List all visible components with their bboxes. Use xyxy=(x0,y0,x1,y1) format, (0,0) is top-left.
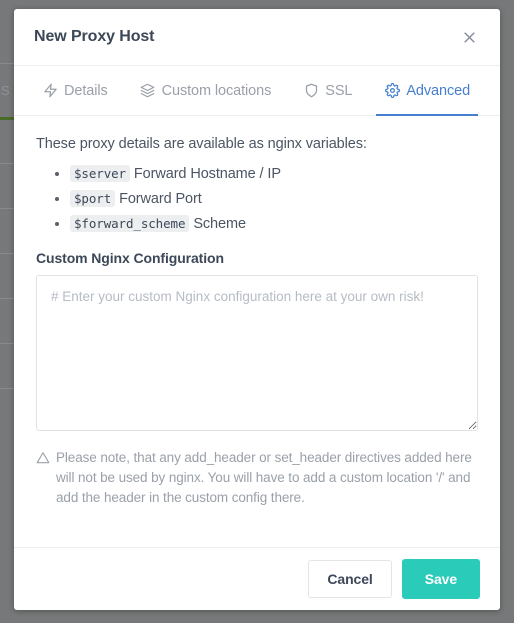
tab-ssl[interactable]: SSL xyxy=(295,66,360,115)
warning-triangle-icon xyxy=(36,451,50,465)
save-button[interactable]: Save xyxy=(401,559,480,599)
shield-icon xyxy=(303,83,319,99)
background-divider xyxy=(0,253,14,254)
dialog-body: These proxy details are available as ngi… xyxy=(14,116,500,547)
background-divider xyxy=(0,208,14,209)
close-icon[interactable] xyxy=(458,26,480,48)
zap-icon xyxy=(42,83,58,99)
nginx-variables-list: $server Forward Hostname / IP $port Forw… xyxy=(36,164,478,234)
variable-description: Forward Hostname / IP xyxy=(133,166,281,182)
tab-custom-locations[interactable]: Custom locations xyxy=(132,66,280,115)
background-divider xyxy=(0,163,14,164)
dialog-title: New Proxy Host xyxy=(34,28,155,45)
custom-nginx-config-input[interactable] xyxy=(36,275,478,431)
tab-label: SSL xyxy=(325,82,353,99)
tab-label: Advanced xyxy=(406,82,471,99)
tab-advanced[interactable]: Advanced xyxy=(376,66,478,116)
new-proxy-host-dialog: New Proxy Host Details Custom locations … xyxy=(14,9,500,610)
list-item: $forward_scheme Scheme xyxy=(70,214,478,234)
variable-description: Forward Port xyxy=(119,191,202,207)
dialog-footer: Cancel Save xyxy=(14,547,500,610)
nginx-header-warning-note: Please note, that any add_header or set_… xyxy=(36,448,478,508)
layers-icon xyxy=(140,83,156,99)
background-accent-bar xyxy=(0,117,14,120)
dialog-header: New Proxy Host xyxy=(14,9,500,66)
cancel-button[interactable]: Cancel xyxy=(308,560,392,598)
variable-code: $server xyxy=(70,165,130,182)
custom-nginx-config-label: Custom Nginx Configuration xyxy=(36,250,224,266)
tab-details[interactable]: Details xyxy=(34,66,116,115)
dialog-tabs: Details Custom locations SSL Advanced xyxy=(14,66,500,116)
intro-text: These proxy details are available as ngi… xyxy=(36,136,367,152)
background-divider xyxy=(0,63,14,64)
list-item: $port Forward Port xyxy=(70,189,478,209)
tab-label: Details xyxy=(64,82,108,99)
gear-icon xyxy=(384,83,400,99)
tab-label: Custom locations xyxy=(161,82,272,99)
list-item: $server Forward Hostname / IP xyxy=(70,164,478,184)
background-divider xyxy=(0,343,14,344)
background-text: S xyxy=(1,83,10,98)
variable-description: Scheme xyxy=(193,216,246,232)
variable-code: $forward_scheme xyxy=(70,215,190,232)
background-divider xyxy=(0,298,14,299)
variable-code: $port xyxy=(70,190,116,207)
note-text: Please note, that any add_header or set_… xyxy=(56,450,472,505)
background-divider xyxy=(0,388,14,389)
